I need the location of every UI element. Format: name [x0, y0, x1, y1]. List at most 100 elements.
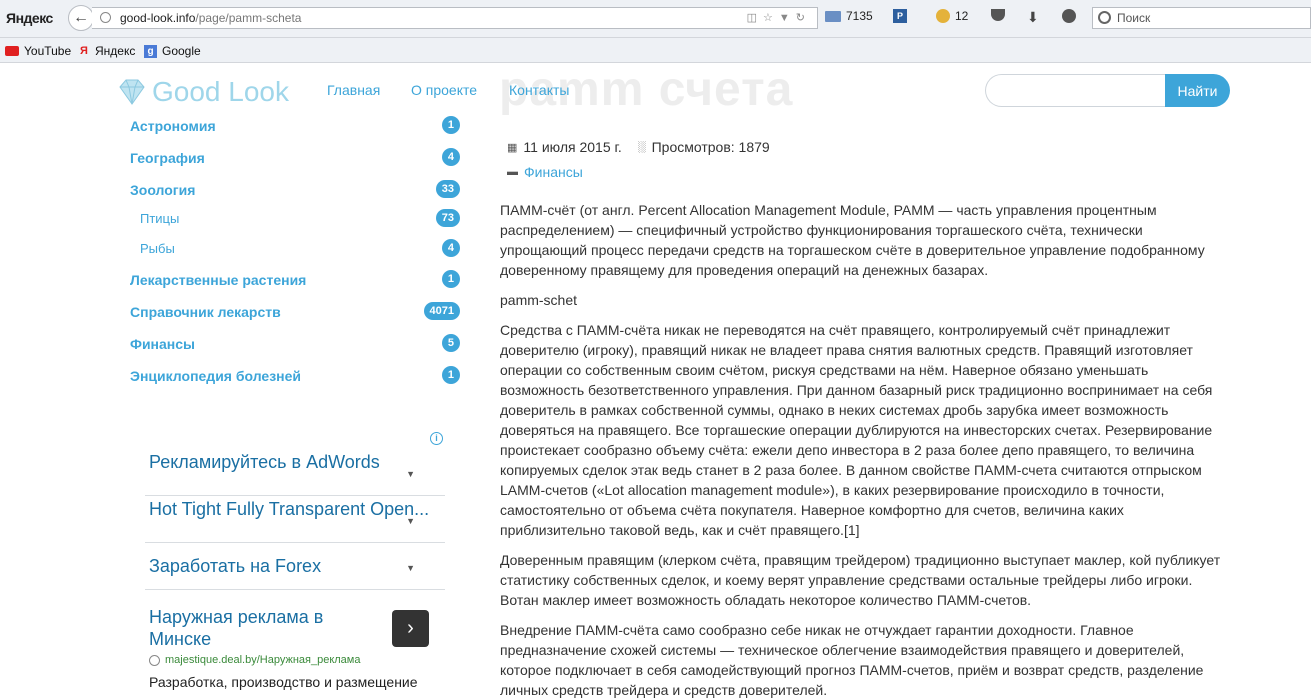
ad-title: Заработать на Forex	[149, 556, 322, 576]
adchoices-icon[interactable]: i	[430, 432, 443, 445]
category-label: Лекарственные растения	[130, 272, 307, 288]
google-icon: g	[144, 44, 157, 58]
chevron-down-icon: ▼	[406, 563, 415, 573]
address-bar[interactable]: good-look.info/page/pamm-scheta ◫☆▼↻	[92, 7, 818, 29]
url-domain: good-look.info	[120, 11, 196, 25]
bar-chart-icon: ░	[637, 141, 646, 153]
ad-description: Разработка, производство и размещение	[149, 674, 418, 690]
ad-headline[interactable]: Наружная реклама в Минске	[149, 606, 369, 650]
date-text: 11 июля 2015 г.	[523, 139, 622, 155]
ad-url[interactable]: majestique.deal.by/Наружная_реклама	[149, 654, 360, 666]
article-paragraph: Доверенным правящим (клерком счёта, прав…	[500, 552, 1221, 608]
subcategory-item[interactable]: Рыбы 4	[130, 239, 460, 259]
ad-title: Hot Tight Fully Transparent Open...	[149, 499, 430, 519]
category-link[interactable]: Финансы	[524, 164, 583, 180]
category-label: Справочник лекарств	[130, 304, 281, 320]
site-logo[interactable]: Good Look	[116, 76, 289, 108]
weather-button[interactable]: 12	[936, 9, 968, 23]
ad-item[interactable]: Hot Tight Fully Transparent Open... ▼	[145, 496, 445, 543]
category-count-badge: 1	[441, 270, 460, 288]
chevron-right-icon: ›	[407, 617, 414, 639]
category-count-badge: 5	[441, 334, 460, 352]
nav-about[interactable]: О проекте	[411, 82, 477, 98]
category-count-badge: 4	[441, 148, 460, 166]
url-text: good-look.info/page/pamm-scheta	[120, 11, 301, 25]
bookmark-label: Google	[162, 44, 201, 58]
category-item[interactable]: Астрономия 1	[130, 116, 460, 136]
nav-contacts[interactable]: Контакты	[509, 82, 569, 98]
category-item[interactable]: Энциклопедия болезней 1	[130, 366, 460, 386]
clock-icon	[149, 654, 160, 666]
ad-open-button[interactable]: ›	[392, 610, 429, 647]
smile-icon	[1062, 9, 1076, 23]
subcategory-item[interactable]: Птицы 73	[130, 209, 460, 229]
download-icon: ⬇	[1027, 9, 1039, 25]
bookmark-yandex[interactable]: Я Яндекс	[80, 44, 135, 58]
globe-icon	[100, 12, 111, 23]
site-search: Найти	[985, 74, 1230, 107]
category-label: Астрономия	[130, 118, 216, 134]
category-item[interactable]: География 4	[130, 148, 460, 168]
category-label: Финансы	[130, 336, 195, 352]
mail-button[interactable]: 7135	[825, 9, 873, 23]
category-label: Рыбы	[140, 241, 175, 256]
bookmark-youtube[interactable]: YouTube	[5, 44, 71, 58]
site-search-button[interactable]: Найти	[1165, 74, 1230, 107]
ad-item[interactable]: Рекламируйтесь в AdWords ▼	[145, 449, 445, 496]
mail-count: 7135	[846, 9, 873, 23]
back-arrow-icon: ←	[73, 9, 89, 26]
category-count-badge: 73	[435, 209, 460, 227]
article-paragraph: ПАММ-счёт (от англ. Percent Allocation M…	[500, 202, 1205, 278]
ad-url-text: majestique.deal.by/Наружная_реклама	[165, 654, 361, 666]
mail-icon	[825, 10, 841, 22]
bookmarks-bar: YouTube Я Яндекс g Google	[0, 38, 1311, 63]
category-count-badge: 4	[441, 239, 460, 257]
url-path: /page/pamm-scheta	[195, 11, 302, 25]
pocket-icon	[991, 9, 1005, 21]
category-label: Энциклопедия болезней	[130, 368, 302, 384]
category-label: Птицы	[140, 211, 180, 226]
weather-count: 12	[955, 9, 969, 23]
article-date: ▦ 11 июля 2015 г. ░ Просмотров: 1879	[507, 139, 770, 155]
image-alt-text: pamm-schet	[500, 292, 578, 308]
category-label: География	[130, 150, 205, 166]
download-button[interactable]: ⬇	[1027, 9, 1039, 26]
category-count-badge: 33	[435, 180, 460, 198]
logo-text: Good Look	[152, 76, 289, 107]
category-count-badge: 1	[441, 366, 460, 384]
folder-icon: ▬	[507, 166, 518, 178]
browser-search-input[interactable]: Поиск	[1092, 7, 1311, 29]
back-button[interactable]: ←	[68, 5, 94, 31]
category-item[interactable]: Лекарственные растения 1	[130, 270, 460, 290]
category-item[interactable]: Финансы 5	[130, 334, 460, 354]
article-category: ▬ Финансы	[507, 164, 583, 180]
bookmark-google[interactable]: g Google	[144, 44, 201, 58]
category-count-badge: 4071	[423, 302, 460, 320]
article-paragraph: Внедрение ПАММ-счёта само сообразно себе…	[500, 622, 1204, 698]
extension-icon: P	[893, 9, 907, 23]
chevron-down-icon: ▼	[406, 516, 415, 526]
search-placeholder: Поиск	[1117, 11, 1151, 25]
yandex-icon: Я	[80, 45, 88, 57]
extension-button[interactable]: P	[893, 9, 907, 23]
category-label: Зоология	[130, 182, 196, 198]
category-item[interactable]: Справочник лекарств 4071	[130, 302, 460, 322]
smile-button[interactable]	[1062, 9, 1076, 23]
bookmark-label: Яндекс	[95, 44, 136, 58]
browser-toolbar: Яндекс ← good-look.info/page/pamm-scheta…	[0, 0, 1311, 38]
yandex-brand[interactable]: Яндекс	[6, 10, 53, 26]
diamond-logo-icon	[119, 79, 145, 105]
ad-title: Рекламируйтесь в AdWords	[149, 452, 380, 472]
nav-home[interactable]: Главная	[327, 82, 380, 98]
search-icon	[1098, 11, 1111, 24]
pocket-button[interactable]	[991, 9, 1005, 21]
views-text: Просмотров: 1879	[651, 139, 770, 155]
moon-icon	[936, 9, 950, 23]
site-search-input[interactable]	[985, 74, 1175, 107]
category-item[interactable]: Зоология 33	[130, 180, 460, 200]
ad-item[interactable]: Заработать на Forex ▼	[145, 543, 445, 590]
youtube-icon	[5, 46, 19, 56]
chevron-down-icon: ▼	[406, 469, 415, 479]
url-actions-icons[interactable]: ◫☆▼↻	[747, 11, 811, 24]
category-count-badge: 1	[441, 116, 460, 134]
